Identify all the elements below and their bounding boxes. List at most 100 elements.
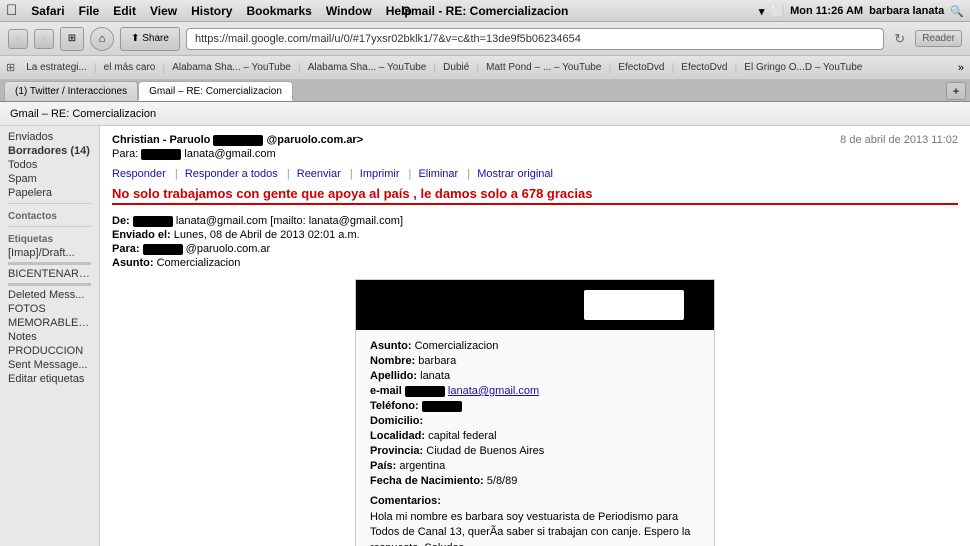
fwd-nombre-value: barbara — [418, 355, 456, 367]
bookmark-8[interactable]: El Gringo O...D – YouTube — [739, 60, 867, 75]
fwd-nacimiento-label: Fecha de Nacimiento: — [370, 475, 484, 487]
email-detail-to: Para: @paruolo.com.ar — [112, 243, 958, 255]
enviado-label: Enviado el: — [112, 229, 171, 241]
fwd-domicilio-label: Domicilio: — [370, 415, 423, 427]
bookmarks-more[interactable]: » — [958, 62, 964, 74]
window-menu[interactable]: Window — [326, 4, 372, 18]
action-imprimir[interactable]: Imprimir — [360, 168, 400, 180]
sidebar-item-bar2 — [8, 283, 91, 286]
bookmark-0[interactable]: La estrategi... — [21, 60, 92, 75]
fwd-comments-text: Hola mi nombre es barbara soy vestuarist… — [370, 510, 700, 546]
home-button[interactable]: ⌂ — [90, 27, 114, 51]
bookmark-6[interactable]: EfectoDvd — [613, 60, 669, 75]
bookmark-7[interactable]: EfectoDvd — [676, 60, 732, 75]
edit-menu[interactable]: Edit — [113, 4, 136, 18]
action-responder-todos[interactable]: Responder a todos — [185, 168, 278, 180]
fwd-domicilio: Domicilio: — [370, 415, 700, 427]
fwd-nombre-label: Nombre: — [370, 355, 415, 367]
sidebar-divider-1 — [8, 203, 91, 204]
view-menu[interactable]: View — [150, 4, 177, 18]
from-domain: @paruolo.com.ar> — [267, 134, 364, 146]
tab-twitter[interactable]: (1) Twitter / Interacciones — [4, 81, 138, 101]
email-highlight-text: No solo trabajamos con gente que apoya a… — [112, 186, 958, 205]
bookmark-5[interactable]: Matt Pond – ... – YouTube — [481, 60, 606, 75]
fwd-localidad-value: capital federal — [428, 430, 497, 442]
sidebar-divider-2 — [8, 226, 91, 227]
search-icon[interactable]: 🔍 — [950, 5, 964, 18]
bookmark-3[interactable]: Alabama Sha... – YouTube — [303, 60, 432, 75]
para-label: Para: — [112, 243, 140, 255]
show-all-tabs-button[interactable]: ⊞ — [60, 27, 84, 51]
to-email-redacted — [141, 148, 181, 160]
bookmark-4[interactable]: Dubié — [438, 60, 474, 75]
de-label: De: — [112, 215, 130, 227]
share-button[interactable]: ⬆ Share — [120, 27, 180, 51]
reload-button[interactable]: ↻ — [894, 31, 905, 47]
address-bar[interactable]: https://mail.google.com/mail/u/0/#17yxsr… — [186, 28, 884, 50]
file-menu[interactable]: File — [79, 4, 100, 18]
reader-button[interactable]: Reader — [915, 30, 962, 47]
bookmarks-menu[interactable]: Bookmarks — [246, 4, 311, 18]
forward-button[interactable]: › — [34, 29, 54, 49]
bookmark-1[interactable]: el más caro — [99, 60, 161, 75]
sidebar-item-borradores[interactable]: Borradores (14) — [0, 144, 99, 158]
sidebar-item-editar[interactable]: Editar etiquetas — [0, 372, 99, 386]
sidebar-item-enviados[interactable]: Enviados — [0, 130, 99, 144]
sidebar-label-contactos: Contactos — [0, 207, 99, 223]
action-responder[interactable]: Responder — [112, 168, 166, 180]
wifi-icon: ▾ — [759, 5, 765, 18]
main-layout: Enviados Borradores (14) Todos Spam Pape… — [0, 126, 970, 546]
email-date: 8 de abril de 2013 11:02 — [840, 134, 958, 146]
battery-icon: ⬜ — [770, 5, 784, 18]
fwd-email-label: e-mail — [370, 385, 402, 397]
sidebar-label-etiquetas: Etiquetas — [0, 230, 99, 246]
back-button[interactable]: ‹ — [8, 29, 28, 49]
menu-bar:  Safari File Edit View History Bookmark… — [0, 0, 970, 22]
history-menu[interactable]: History — [191, 4, 232, 18]
fwd-comments: Comentarios: Hola mi nombre es barbara s… — [370, 495, 700, 546]
de-mailto: [mailto: lanata@gmail.com] — [270, 215, 403, 227]
email-details: De: lanata@gmail.com [mailto: lanata@gma… — [112, 215, 958, 269]
tab-gmail[interactable]: Gmail – RE: Comercializacion — [138, 81, 293, 101]
fwd-email-value[interactable]: lanata@gmail.com — [448, 385, 539, 397]
forwarded-header — [356, 280, 714, 330]
fwd-nacimiento: Fecha de Nacimiento: 5/8/89 — [370, 475, 700, 487]
email-from: Christian - Paruolo @paruolo.com.ar> — [112, 134, 363, 146]
sidebar-item-todos[interactable]: Todos — [0, 158, 99, 172]
sidebar-item-imap[interactable]: [Imap]/Draft... — [0, 246, 99, 260]
fwd-comments-label: Comentarios: — [370, 495, 700, 507]
bookmarks-icon: ⊞ — [6, 61, 15, 74]
sidebar-item-produccion[interactable]: PRODUCCION — [0, 344, 99, 358]
para-value: @paruolo.com.ar — [186, 243, 271, 255]
to-email: lanata@gmail.com — [184, 148, 275, 160]
from-name: Christian - Paruolo — [112, 134, 210, 146]
safari-menu[interactable]: Safari — [31, 4, 64, 18]
bookmark-2[interactable]: Alabama Sha... – YouTube — [167, 60, 296, 75]
de-redacted — [133, 215, 173, 227]
sidebar-item-notes[interactable]: Notes — [0, 330, 99, 344]
forwarded-email-box: Asunto: Comercializacion Nombre: barbara… — [355, 279, 715, 546]
fwd-apellido-value: lanata — [420, 370, 450, 382]
fwd-pais-value: argentina — [399, 460, 445, 472]
sidebar-item-sent[interactable]: Sent Message... — [0, 358, 99, 372]
fwd-provincia-value: Ciudad de Buenos Aires — [426, 445, 544, 457]
sidebar-item-memorables[interactable]: MEMORABLES MIOS (29) — [0, 316, 99, 330]
action-mostrar-original[interactable]: Mostrar original — [477, 168, 553, 180]
action-eliminar[interactable]: Eliminar — [418, 168, 458, 180]
sidebar: Enviados Borradores (14) Todos Spam Pape… — [0, 126, 100, 546]
new-tab-button[interactable]: + — [946, 82, 966, 100]
apple-menu[interactable]:  — [6, 2, 17, 19]
sidebar-item-deleted[interactable]: Deleted Mess... — [0, 288, 99, 302]
sidebar-item-fotos[interactable]: FOTOS — [0, 302, 99, 316]
to-label: Para: — [112, 148, 138, 160]
email-content: Christian - Paruolo @paruolo.com.ar> 8 d… — [100, 126, 970, 546]
sidebar-item-bicentenario[interactable]: BICENTENARIO (7) — [0, 267, 99, 281]
fwd-pais: País: argentina — [370, 460, 700, 472]
user-name: barbara lanata — [869, 5, 944, 17]
sidebar-item-spam[interactable]: Spam — [0, 172, 99, 186]
gmail-title-left: Gmail – RE: Comercializacion — [10, 108, 156, 120]
sidebar-item-papelera[interactable]: Papelera — [0, 186, 99, 200]
fwd-provincia: Provincia: Ciudad de Buenos Aires — [370, 445, 700, 457]
action-reenviar[interactable]: Reenviar — [297, 168, 341, 180]
email-actions: Responder | Responder a todos | Reenviar… — [112, 168, 958, 180]
